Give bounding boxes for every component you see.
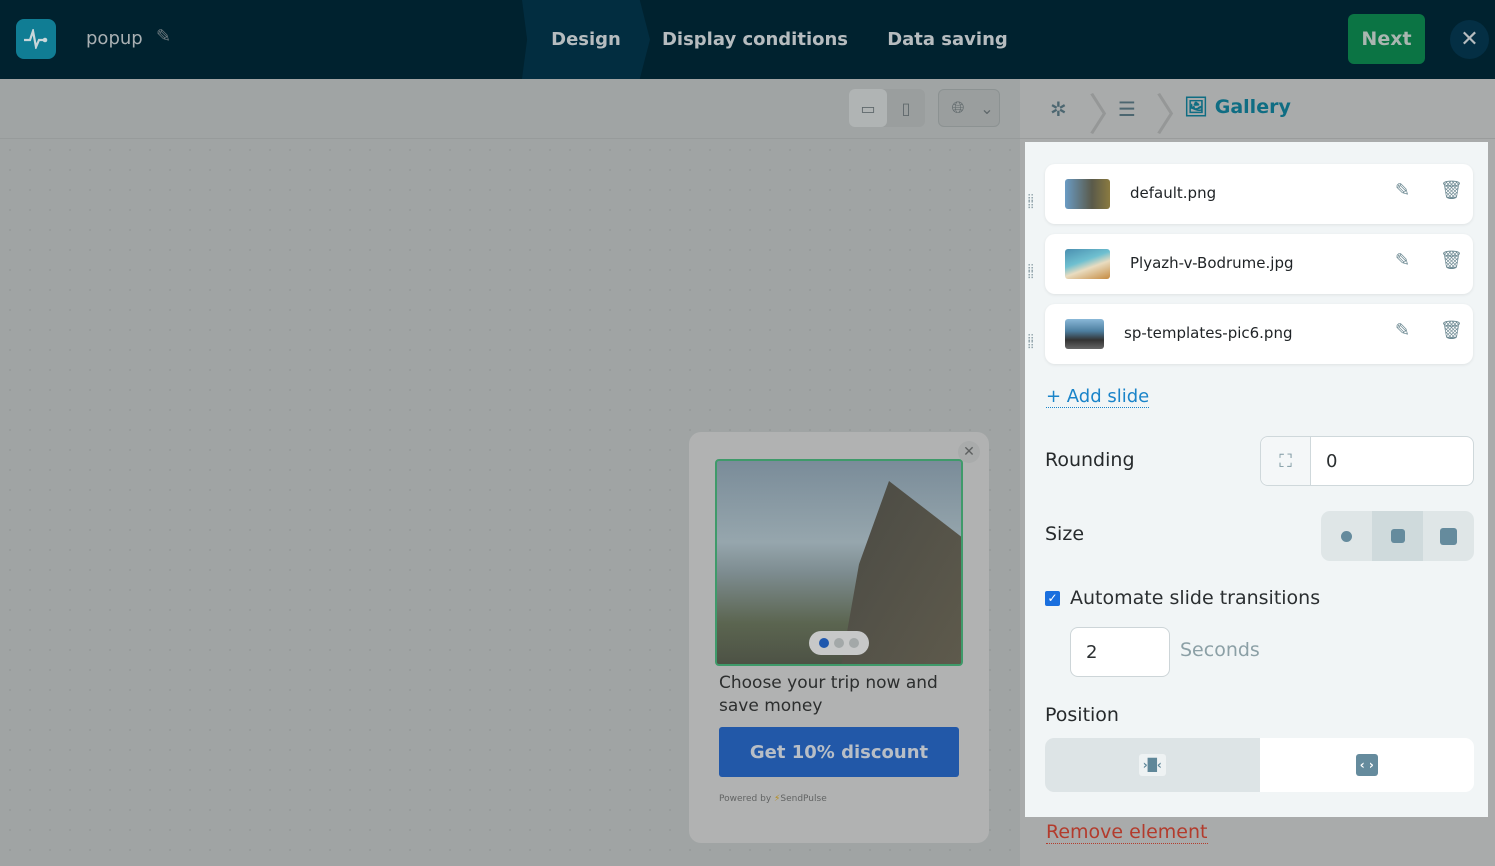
slide-dot[interactable] (849, 638, 859, 648)
slide-name: sp-templates-pic6.png (1124, 324, 1293, 342)
trash-icon[interactable]: 🗑︎ (1440, 180, 1463, 201)
slide-dot[interactable] (819, 638, 829, 648)
gallery-icon: 🖼︎ (1184, 96, 1209, 118)
size-small[interactable] (1321, 511, 1372, 561)
step-design[interactable]: Design (522, 0, 650, 79)
edit-icon[interactable]: ✎ (1395, 180, 1410, 201)
discount-button[interactable]: Get 10% discount (719, 727, 959, 777)
step-display-conditions[interactable]: Display conditions (650, 0, 860, 79)
gallery-settings: ⠿ ⠿ default.png ✎ 🗑︎ ⠿ ⠿ Plyazh-v-Bodrume.… (1025, 142, 1488, 817)
position-inside-arrows[interactable]: ‹ › (1260, 738, 1475, 792)
slide-thumbnail (1065, 319, 1104, 349)
arrows-outside-icon: ›█‹ (1138, 754, 1166, 776)
edit-icon[interactable]: ✎ (1395, 250, 1410, 271)
automate-label: Automate slide transitions (1070, 587, 1321, 609)
step-label: Data saving (887, 29, 1008, 50)
edit-icon[interactable]: ✎ (1395, 320, 1410, 341)
layout-icon[interactable]: ☰ (1118, 97, 1136, 121)
drag-handle-icon[interactable]: ⠿ ⠿ (1027, 195, 1041, 212)
size-selector (1321, 511, 1474, 561)
rounding-value[interactable]: 0 (1311, 437, 1337, 485)
popup-title: popup (86, 28, 143, 49)
slide-item[interactable]: default.png ✎ 🗑︎ (1045, 164, 1473, 224)
language-select[interactable]: 🌐︎ ⌄ (938, 89, 1000, 127)
drag-handle-icon[interactable]: ⠿ ⠿ (1027, 335, 1041, 352)
remove-element-link[interactable]: Remove element (1046, 821, 1208, 844)
slide-name: default.png (1130, 184, 1217, 202)
seconds-input[interactable]: 2 (1070, 627, 1170, 677)
slide-name: Plyazh-v-Bodrume.jpg (1130, 254, 1294, 272)
popup-text: Choose your trip now and save money (719, 673, 938, 716)
slide-item[interactable]: sp-templates-pic6.png ✎ 🗑︎ (1045, 304, 1473, 364)
breadcrumb-gallery: 🖼︎ Gallery (1184, 95, 1291, 118)
rounding-input[interactable]: ⛶ 0 (1260, 436, 1474, 486)
top-bar: popup ✎ Design Display conditions Data s… (0, 0, 1495, 79)
automate-checkbox[interactable]: ✓ (1045, 591, 1060, 606)
position-outside-arrows[interactable]: ›█‹ (1045, 738, 1260, 792)
popup-preview[interactable]: Choose your trip now and save money Get … (689, 432, 989, 843)
globe-icon: 🌐︎ (951, 98, 965, 117)
trash-icon[interactable]: 🗑︎ (1440, 320, 1463, 341)
device-switch: ▭ ▯ (849, 89, 925, 127)
slide-dot[interactable] (834, 638, 844, 648)
slide-thumbnail (1065, 249, 1110, 279)
gallery-label: Gallery (1214, 96, 1291, 118)
next-button[interactable]: Next (1348, 14, 1425, 64)
step-data-saving[interactable]: Data saving (860, 0, 1035, 79)
chevron-down-icon: ⌄ (980, 98, 994, 118)
slide-thumbnail (1065, 179, 1110, 209)
popup-close-icon[interactable]: ✕ (958, 441, 980, 463)
desktop-icon[interactable]: ▭ (849, 89, 887, 127)
brand-name: SendPulse (780, 794, 827, 804)
edit-title-icon[interactable]: ✎ (156, 26, 171, 47)
size-large[interactable] (1423, 511, 1474, 561)
arrows-inside-icon: ‹ › (1355, 754, 1378, 776)
position-label: Position (1045, 704, 1119, 726)
size-medium[interactable] (1372, 511, 1423, 561)
powered-by: Powered by ⚡SendPulse (719, 794, 827, 804)
close-button[interactable]: ✕ (1450, 20, 1489, 59)
rounding-label: Rounding (1045, 449, 1135, 471)
slide-item[interactable]: Plyazh-v-Bodrume.jpg ✎ 🗑︎ (1045, 234, 1473, 294)
add-slide-link[interactable]: + Add slide (1046, 386, 1150, 408)
gallery-image[interactable] (715, 459, 963, 666)
size-label: Size (1045, 523, 1085, 545)
step-label: Display conditions (661, 29, 849, 50)
rocket-icon[interactable]: ✲ (1050, 97, 1067, 121)
logo-icon[interactable] (16, 19, 56, 59)
slide-dots (809, 631, 869, 655)
powered-label: Powered by (719, 794, 772, 804)
drag-handle-icon[interactable]: ⠿ ⠿ (1027, 265, 1041, 282)
trash-icon[interactable]: 🗑︎ (1440, 250, 1463, 271)
step-label: Design (551, 29, 621, 50)
corners-icon[interactable]: ⛶ (1261, 437, 1311, 485)
mobile-icon[interactable]: ▯ (887, 89, 925, 127)
seconds-label: Seconds (1180, 639, 1260, 661)
position-selector: ›█‹ ‹ › (1045, 738, 1474, 792)
